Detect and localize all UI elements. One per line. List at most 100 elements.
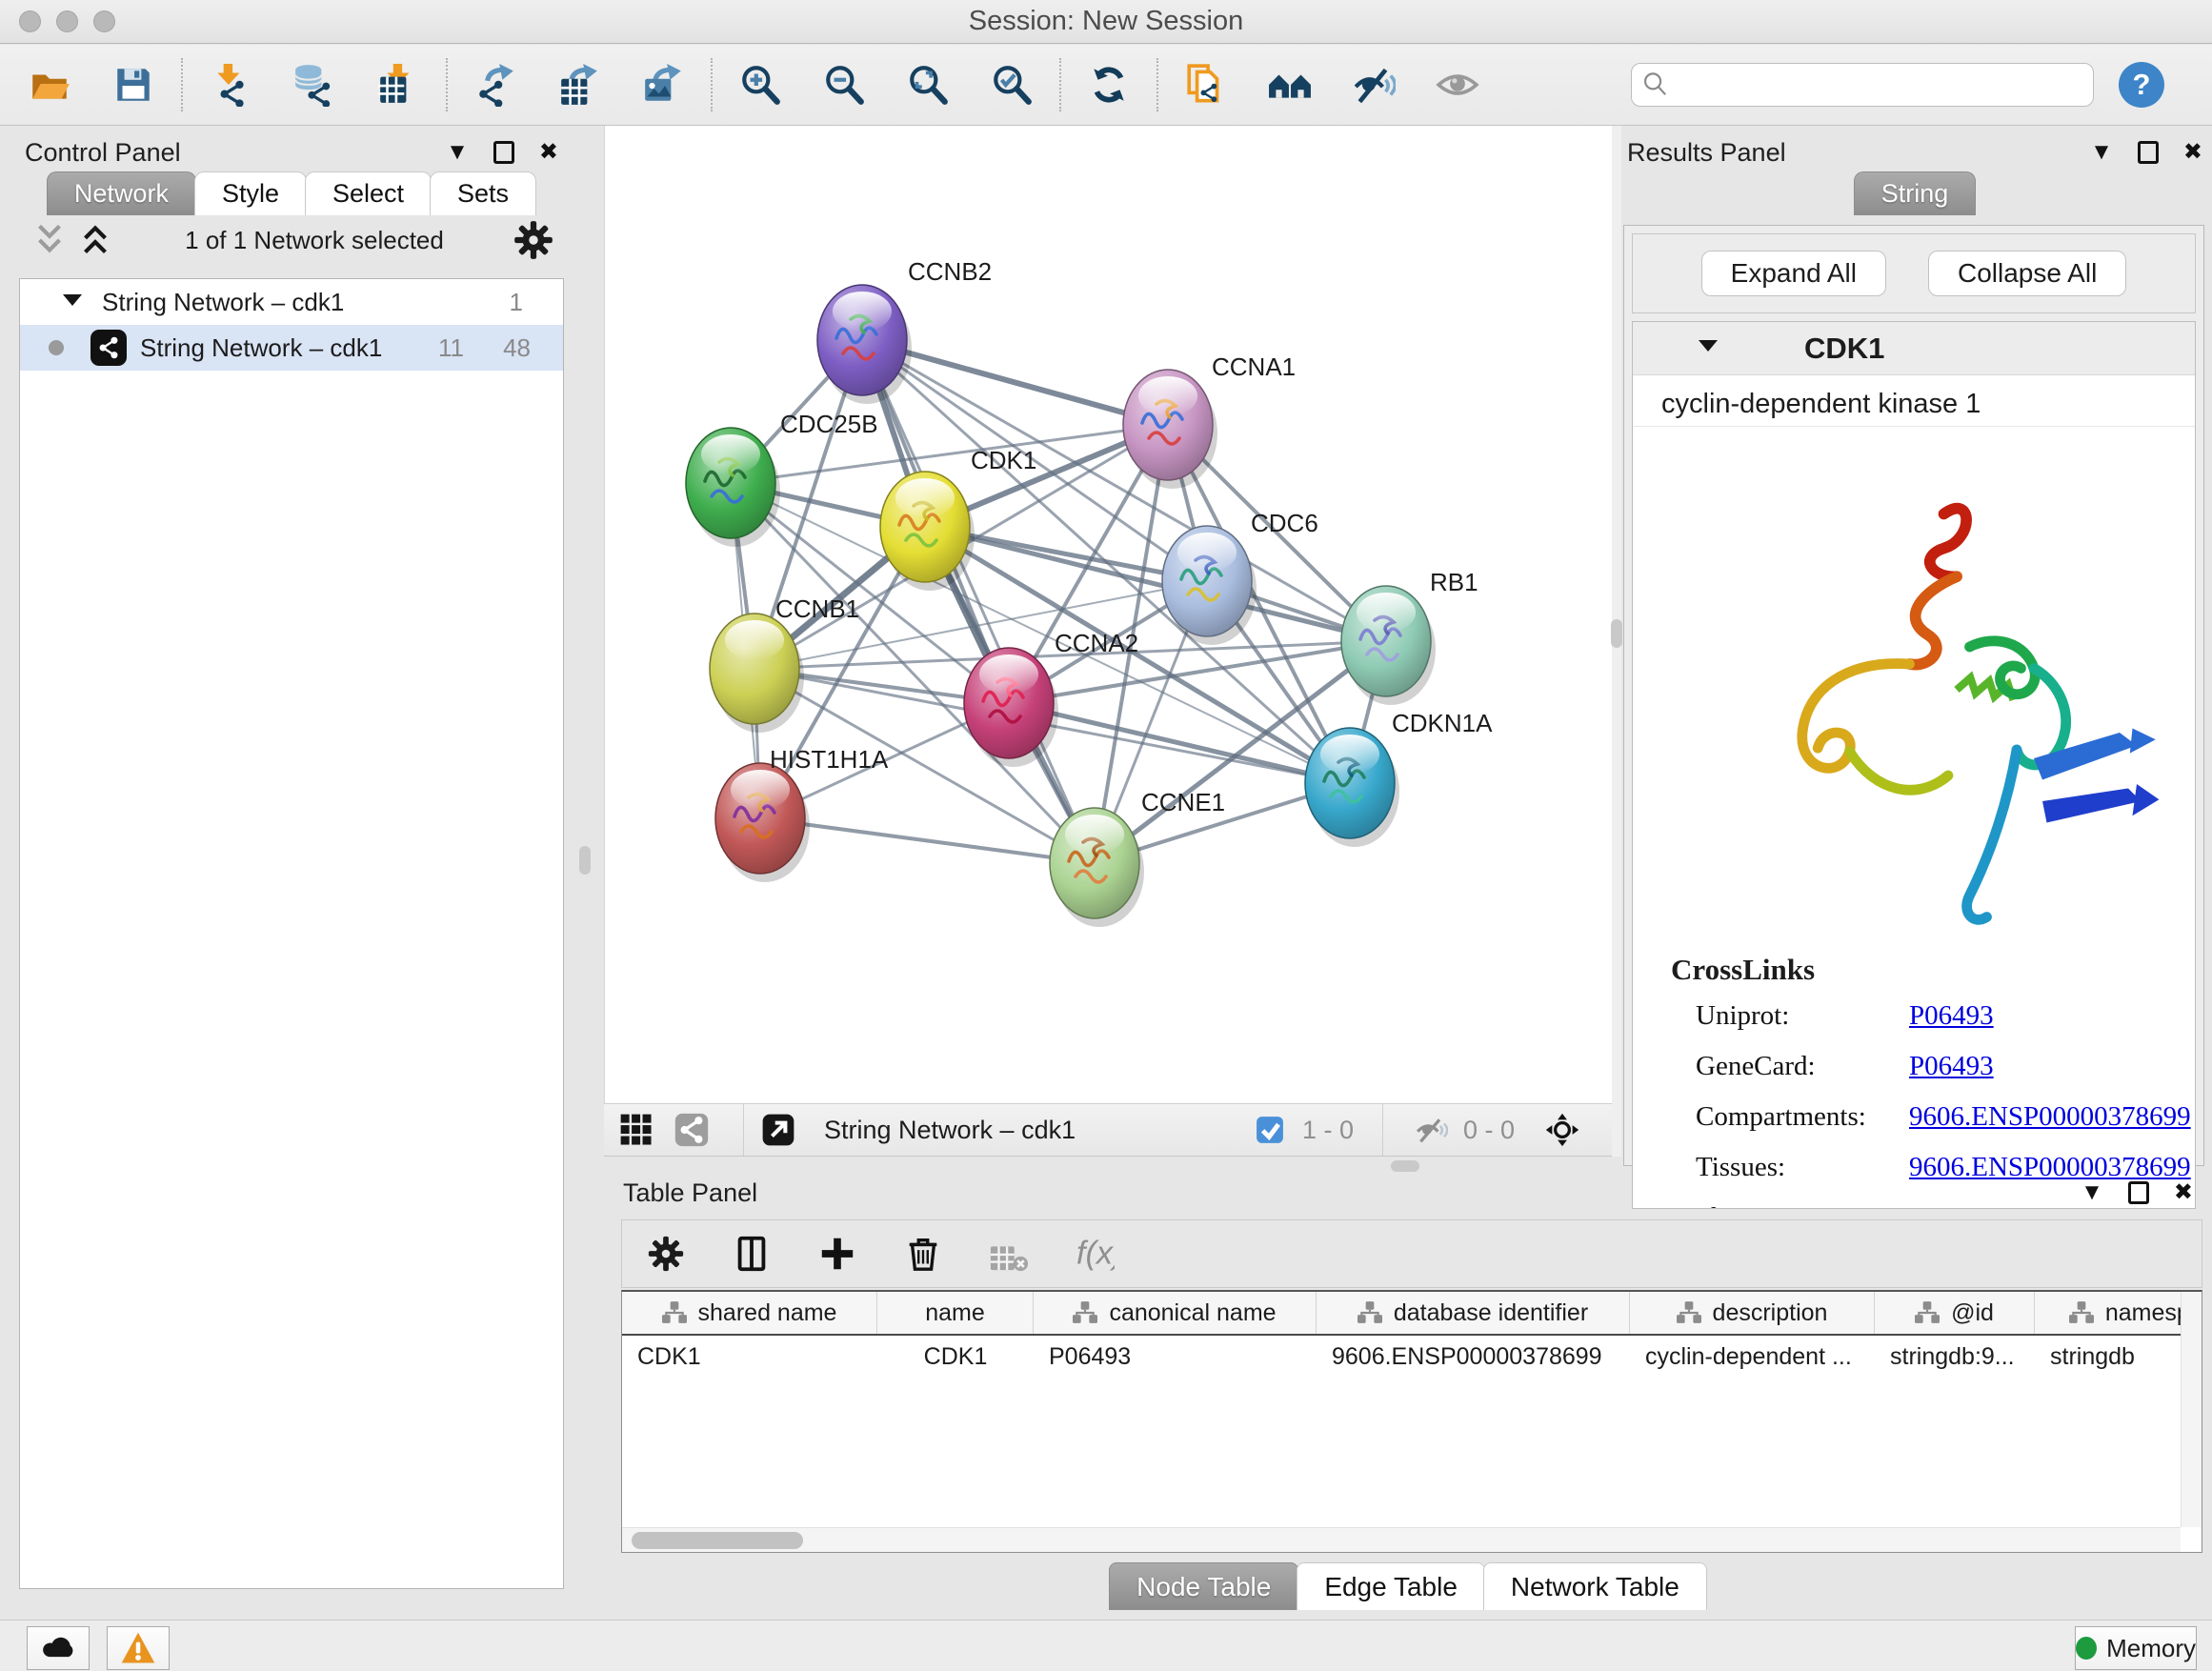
collapse-all-networks-icon[interactable] — [27, 217, 72, 263]
warning-icon[interactable] — [107, 1626, 170, 1670]
network-options-gear-icon[interactable] — [511, 217, 556, 263]
expand-all-button[interactable]: Expand All — [1701, 251, 1886, 296]
node-RB1[interactable]: RB1 — [1341, 568, 1478, 705]
edge-HIST1H1A-CCNE1[interactable] — [760, 818, 1095, 863]
tab-select[interactable]: Select — [305, 171, 432, 215]
import-network-database-icon[interactable] — [292, 62, 337, 108]
tab-network-table[interactable]: Network Table — [1483, 1562, 1707, 1610]
close-window-icon[interactable] — [19, 10, 41, 32]
gene-section-header[interactable]: CDK1 — [1633, 322, 2195, 375]
node-CDC25B[interactable]: CDC25B — [686, 410, 878, 547]
save-session-icon[interactable] — [111, 62, 156, 108]
section-caret-icon[interactable] — [1696, 335, 1720, 361]
splitter-handle[interactable] — [1391, 1160, 1419, 1172]
update-network-icon[interactable] — [1086, 62, 1132, 108]
tab-edge-table[interactable]: Edge Table — [1297, 1562, 1485, 1610]
column-header-@id[interactable]: @id — [1875, 1292, 2035, 1334]
zoom-selected-icon[interactable] — [989, 62, 1035, 108]
splitter-handle[interactable] — [579, 846, 591, 875]
column-header-canonical-name[interactable]: canonical name — [1034, 1292, 1317, 1334]
maximize-icon[interactable] — [2128, 1181, 2149, 1204]
open-in-browser-icon[interactable] — [759, 1111, 797, 1149]
column-header-database-identifier[interactable]: database identifier — [1317, 1292, 1630, 1334]
export-image-icon[interactable] — [640, 62, 686, 108]
node-HIST1H1A[interactable]: HIST1H1A — [715, 745, 889, 882]
memory-button[interactable]: Memory — [2075, 1626, 2197, 1670]
plus-icon[interactable] — [814, 1231, 860, 1277]
close-icon[interactable]: ✖ — [2174, 1181, 2193, 1204]
selected-checkbox-icon[interactable] — [1251, 1111, 1289, 1149]
export-network-icon[interactable] — [473, 62, 518, 108]
help-icon[interactable]: ? — [2119, 62, 2164, 108]
table-row[interactable]: CDK1CDK1P064939606.ENSP00000378699cyclin… — [622, 1336, 2202, 1378]
birdseye-grid-icon[interactable] — [617, 1111, 655, 1149]
table-cell[interactable]: stringdb — [2035, 1343, 2202, 1371]
minimize-window-icon[interactable] — [56, 10, 78, 32]
trash-icon[interactable] — [900, 1231, 946, 1277]
network-row[interactable]: String Network – cdk1 11 48 — [20, 325, 563, 371]
crosslink-link[interactable]: P06493 — [1909, 1051, 1994, 1082]
birdseye-crosshair-icon[interactable] — [1543, 1111, 1581, 1149]
export-table-icon[interactable] — [556, 62, 602, 108]
column-header-namespace[interactable]: namespace — [2035, 1292, 2202, 1334]
zoom-out-icon[interactable] — [821, 62, 867, 108]
node-layer[interactable]: CCNB2 CCNA1 CDC25B CDK1 CDC6 RB1 CCNB1 C… — [686, 257, 1493, 927]
open-session-icon[interactable] — [27, 62, 72, 108]
float-icon[interactable]: ▼ — [446, 141, 469, 164]
tab-string[interactable]: String — [1854, 171, 1977, 215]
table-cell[interactable]: stringdb:9... — [1875, 1343, 2035, 1371]
collection-caret-icon[interactable] — [60, 288, 85, 317]
table-cell[interactable]: P06493 — [1034, 1343, 1317, 1371]
table-cell[interactable]: 9606.ENSP00000378699 — [1317, 1343, 1630, 1371]
tab-network[interactable]: Network — [47, 171, 196, 215]
edge-CCNB2-CCNE1[interactable] — [862, 340, 1095, 863]
search-input[interactable] — [1631, 63, 2094, 107]
share-network-icon[interactable] — [673, 1111, 711, 1149]
new-network-from-selection-icon[interactable] — [1183, 62, 1229, 108]
network-collection-row[interactable]: String Network – cdk1 1 — [20, 279, 563, 325]
zoom-in-icon[interactable] — [737, 62, 783, 108]
network-canvas[interactable]: CCNB2 CCNA1 CDC25B CDK1 CDC6 RB1 CCNB1 C… — [604, 126, 1612, 1103]
show-all-icon[interactable] — [1435, 62, 1480, 108]
zoom-window-icon[interactable] — [93, 10, 115, 32]
maximize-icon[interactable] — [493, 141, 514, 164]
cloud-icon[interactable] — [27, 1626, 90, 1670]
import-table-file-icon[interactable] — [375, 62, 421, 108]
expand-all-networks-icon[interactable] — [72, 217, 118, 263]
tab-node-table[interactable]: Node Table — [1109, 1562, 1298, 1610]
close-icon[interactable]: ✖ — [2183, 141, 2202, 164]
edge-CCNA2-CDKN1A[interactable] — [1009, 703, 1350, 783]
float-icon[interactable]: ▼ — [2081, 1181, 2103, 1204]
crosslink-link[interactable]: P06493 — [1909, 1000, 1994, 1032]
table-vertical-scrollbar[interactable] — [2181, 1292, 2202, 1527]
table-cell[interactable]: cyclin-dependent ... — [1630, 1343, 1875, 1371]
network-selection-status: 1 of 1 Network selected — [118, 226, 511, 255]
column-header-name[interactable]: name — [877, 1292, 1034, 1334]
hide-selection-icon[interactable] — [1351, 62, 1397, 108]
tab-sets[interactable]: Sets — [430, 171, 536, 215]
node-CDKN1A[interactable]: CDKN1A — [1305, 709, 1493, 847]
column-header-shared-name[interactable]: shared name — [622, 1292, 877, 1334]
table-cell[interactable]: CDK1 — [877, 1343, 1034, 1371]
collapse-all-button[interactable]: Collapse All — [1928, 251, 2126, 296]
tab-style[interactable]: Style — [194, 171, 307, 215]
scrollbar-thumb[interactable] — [632, 1532, 803, 1549]
node-CCNB2[interactable]: CCNB2 — [817, 257, 992, 404]
column-header-description[interactable]: description — [1630, 1292, 1875, 1334]
node-CCNE1[interactable]: CCNE1 — [1050, 788, 1225, 927]
node-CDC6[interactable]: CDC6 — [1162, 509, 1318, 645]
float-icon[interactable]: ▼ — [2090, 141, 2113, 164]
node-CCNB1[interactable]: CCNB1 — [710, 594, 859, 733]
crosslink-link[interactable]: 9606.ENSP00000378699 — [1909, 1101, 2191, 1133]
close-icon[interactable]: ✖ — [539, 141, 558, 164]
table-cell[interactable]: CDK1 — [622, 1343, 877, 1371]
columns-icon[interactable] — [729, 1231, 774, 1277]
table-horizontal-scrollbar[interactable] — [622, 1527, 2181, 1552]
gear-icon[interactable] — [643, 1231, 689, 1277]
network-graph[interactable]: CCNB2 CCNA1 CDC25B CDK1 CDC6 RB1 CCNB1 C… — [605, 126, 1611, 1101]
import-network-file-icon[interactable] — [208, 62, 253, 108]
maximize-icon[interactable] — [2138, 141, 2159, 164]
zoom-fit-icon[interactable] — [905, 62, 951, 108]
network-tree: String Network – cdk1 1 String Network –… — [19, 278, 564, 1589]
first-neighbors-icon[interactable] — [1267, 62, 1313, 108]
